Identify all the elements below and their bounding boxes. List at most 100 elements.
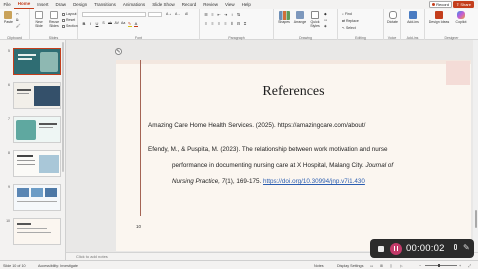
paste-button[interactable]: Paste: [4, 11, 13, 24]
select-button[interactable]: ↖ Select: [342, 26, 356, 30]
menu-insert[interactable]: Insert: [34, 0, 52, 9]
editor-scrollbar[interactable]: [473, 40, 478, 252]
layout-button[interactable]: Layout: [62, 12, 77, 16]
slide-sorter-icon[interactable]: ⊞: [380, 264, 383, 268]
reference-2-line-2[interactable]: performance in documenting nursing care …: [172, 160, 393, 173]
thumbnail-scrollbar[interactable]: [62, 42, 64, 172]
zoom-in-icon[interactable]: +: [459, 264, 461, 268]
thumbnail-row[interactable]: 7: [3, 116, 63, 143]
menu-review[interactable]: Review: [200, 0, 222, 9]
addins-button[interactable]: Add-ins: [404, 11, 422, 24]
menu-draw[interactable]: Draw: [52, 0, 70, 9]
pen-icon[interactable]: ✎: [463, 243, 470, 252]
shape-fill-icon[interactable]: ◆: [324, 12, 327, 16]
slide-thumbnail-5[interactable]: [13, 48, 61, 75]
microphone-icon[interactable]: [454, 244, 457, 250]
menu-design[interactable]: Design: [70, 0, 91, 9]
shrink-font-icon[interactable]: A −: [175, 12, 180, 16]
menu-file[interactable]: File: [0, 0, 14, 9]
slide-thumbnail-10[interactable]: [13, 218, 61, 245]
reading-view-icon[interactable]: ▯: [390, 264, 392, 268]
current-slide[interactable]: References Amazing Care Home Health Serv…: [116, 60, 471, 251]
editor-scroll-thumb[interactable]: [474, 210, 477, 228]
case-icon[interactable]: Aa: [121, 21, 125, 27]
highlight-icon[interactable]: ✎: [127, 21, 132, 27]
menu-record[interactable]: Record: [178, 0, 200, 9]
shadow-icon[interactable]: S: [102, 21, 106, 27]
slide-edit-icon[interactable]: ✎: [115, 48, 122, 55]
menu-help[interactable]: Help: [238, 0, 254, 9]
numbering-icon[interactable]: ≡: [211, 12, 215, 17]
reference-2-line-3[interactable]: Nursing Practice, 7(1), 169-175. https:/…: [172, 176, 365, 189]
arrange-button[interactable]: Arrange: [293, 11, 307, 24]
thumbnail-row[interactable]: 9: [3, 184, 63, 211]
menu-home[interactable]: Home: [14, 0, 34, 9]
slide-title[interactable]: References: [116, 84, 471, 100]
slide-thumbnail-9[interactable]: [13, 184, 61, 211]
font-size-select[interactable]: [148, 12, 162, 17]
zoom-slider-thumb[interactable]: [438, 263, 440, 268]
format-painter-icon[interactable]: 🖌: [16, 24, 20, 28]
cut-icon[interactable]: ✂: [16, 12, 19, 16]
stop-recording-icon[interactable]: [378, 245, 384, 252]
thumbnail-row[interactable]: 8: [3, 150, 63, 177]
reference-2-line-1[interactable]: Efendy, M., & Puspita, M. (2023). The re…: [148, 144, 388, 157]
copilot-button[interactable]: Copilot: [452, 11, 470, 24]
decrease-indent-icon[interactable]: ⇤: [217, 12, 221, 17]
bullets-icon[interactable]: ☰: [204, 12, 208, 17]
clear-format-icon[interactable]: A̸: [185, 12, 187, 16]
find-button[interactable]: ⌕ Find: [342, 12, 352, 16]
columns-icon[interactable]: ⫴: [230, 21, 234, 26]
menu-slide-show[interactable]: Slide Show: [149, 0, 179, 9]
align-text-icon[interactable]: ⊟: [237, 21, 241, 26]
align-center-icon[interactable]: ≡: [211, 21, 215, 26]
shape-effects-icon[interactable]: ◈: [324, 24, 327, 28]
shapes-button[interactable]: Shapes: [277, 11, 291, 24]
thumbnail-row[interactable]: 10: [3, 218, 63, 245]
line-spacing-icon[interactable]: ↕: [230, 12, 234, 17]
share-button[interactable]: ⇪ Share: [452, 1, 474, 8]
accessibility-status[interactable]: Accessibility: Investigate: [38, 264, 78, 268]
copy-icon[interactable]: ⧉: [16, 18, 19, 22]
reference-1[interactable]: Amazing Care Home Health Services. (2025…: [148, 120, 365, 133]
menu-view[interactable]: View: [221, 0, 238, 9]
justify-icon[interactable]: ≡: [224, 21, 228, 26]
shape-outline-icon[interactable]: ▭: [324, 18, 327, 22]
design-ideas-button[interactable]: Design Ideas: [428, 11, 450, 24]
record-button[interactable]: Record: [429, 1, 452, 8]
slide-thumbnail-6[interactable]: [13, 82, 61, 109]
slide-thumbnail-7[interactable]: [13, 116, 61, 143]
slide-thumbnail-8[interactable]: [13, 150, 61, 177]
smartart-icon[interactable]: ⌗: [243, 21, 247, 26]
pause-recording-icon[interactable]: [390, 242, 402, 255]
section-button[interactable]: Section: [62, 24, 78, 28]
slideshow-view-icon[interactable]: ▷: [400, 264, 403, 268]
reuse-slides-button[interactable]: Reuse Slides: [47, 11, 61, 28]
quick-styles-button[interactable]: Quick Styles: [308, 11, 322, 28]
new-slide-button[interactable]: New Slide: [32, 11, 46, 28]
thumbnail-row[interactable]: 6: [3, 82, 63, 109]
zoom-slider[interactable]: [425, 265, 457, 266]
fit-to-window-icon[interactable]: ⤢: [468, 264, 471, 268]
replace-button[interactable]: ⇄ Replace: [342, 19, 359, 23]
menu-transitions[interactable]: Transitions: [91, 0, 120, 9]
italic-icon[interactable]: I: [89, 21, 93, 27]
align-right-icon[interactable]: ≡: [217, 21, 221, 26]
spacing-icon[interactable]: AV: [115, 21, 119, 27]
strikethrough-icon[interactable]: ab: [108, 21, 112, 27]
menu-animations[interactable]: Animations: [119, 0, 148, 9]
font-color-icon[interactable]: A: [134, 21, 138, 27]
notes-button[interactable]: Notes: [314, 264, 324, 268]
increase-indent-icon[interactable]: ⇥: [224, 12, 228, 17]
text-direction-icon[interactable]: ⇅: [237, 12, 241, 17]
display-settings-button[interactable]: Display Settings: [337, 264, 363, 268]
normal-view-icon[interactable]: ▭: [370, 264, 373, 268]
align-left-icon[interactable]: ≡: [204, 21, 208, 26]
font-family-select[interactable]: [82, 12, 146, 17]
reference-2-doi-link[interactable]: https://doi.org/10.30994/jnp.v7i1.430: [263, 178, 365, 185]
bold-icon[interactable]: B: [82, 21, 86, 27]
dictate-button[interactable]: Dictate: [386, 11, 399, 24]
thumbnail-row[interactable]: 5: [3, 48, 63, 75]
grow-font-icon[interactable]: A +: [166, 12, 171, 16]
reset-button[interactable]: Reset: [62, 18, 75, 22]
